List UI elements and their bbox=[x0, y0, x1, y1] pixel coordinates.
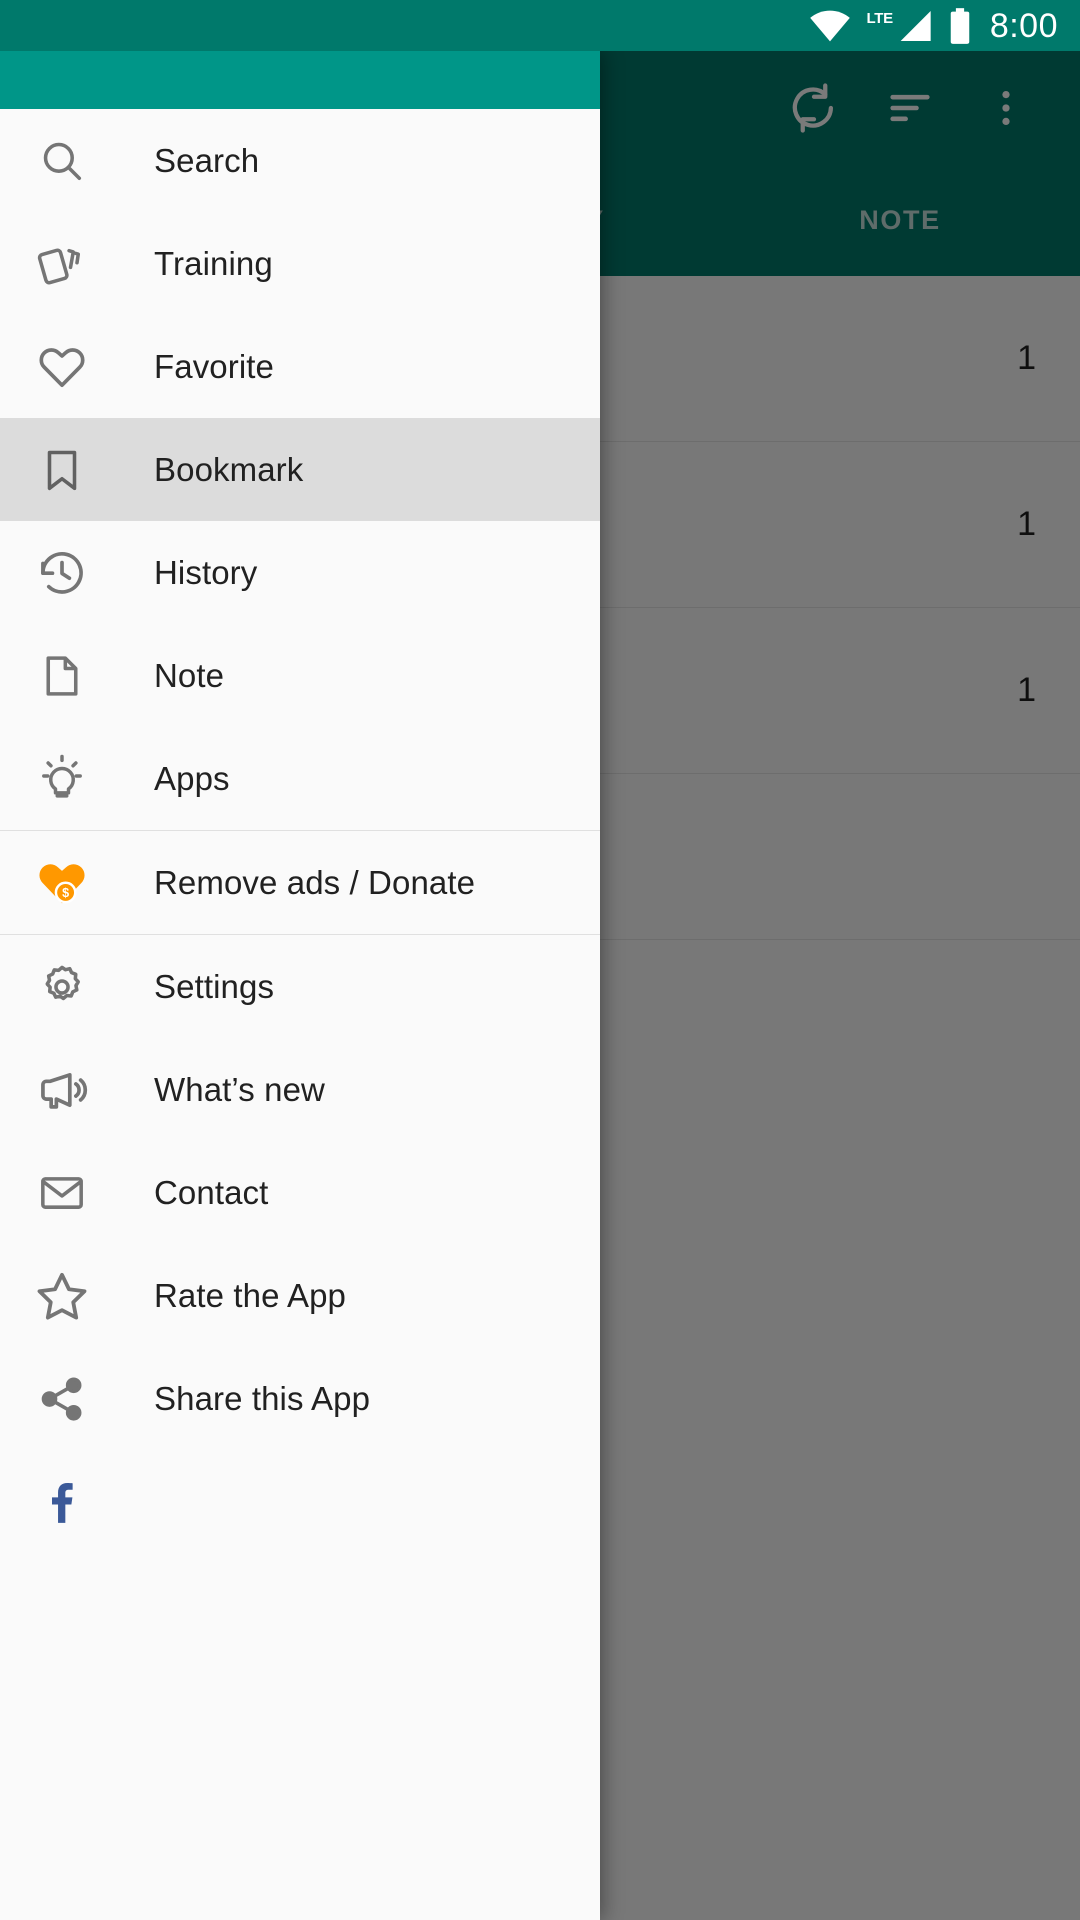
sidebar-item-label: Remove ads / Donate bbox=[154, 863, 476, 901]
sidebar-item-share-this-app[interactable]: Share this App bbox=[0, 1347, 600, 1450]
gear-icon bbox=[30, 955, 94, 1019]
facebook-icon bbox=[30, 1470, 94, 1534]
history-clock-icon bbox=[30, 541, 94, 605]
sidebar-item-label: Note bbox=[154, 656, 225, 694]
network-type-label: LTE bbox=[866, 9, 893, 27]
sidebar-item-partial[interactable] bbox=[0, 1450, 600, 1553]
svg-text:$: $ bbox=[62, 886, 69, 900]
heart-outline-icon bbox=[30, 335, 94, 399]
sidebar-item-contact[interactable]: Contact bbox=[0, 1141, 600, 1244]
sidebar-item-label: Share this App bbox=[154, 1379, 371, 1417]
sidebar-item-note[interactable]: Note bbox=[0, 624, 600, 727]
megaphone-icon bbox=[30, 1058, 94, 1122]
document-icon bbox=[30, 644, 94, 708]
sidebar-item-label: Contact bbox=[154, 1173, 269, 1211]
status-bar: LTE 8:00 bbox=[0, 0, 1080, 51]
sidebar-item-apps[interactable]: Apps bbox=[0, 727, 600, 830]
flashcards-icon bbox=[30, 232, 94, 296]
sidebar-item-history[interactable]: History bbox=[0, 521, 600, 624]
sidebar-item-training[interactable]: Training bbox=[0, 212, 600, 315]
sidebar-item-remove-ads-donate[interactable]: $ Remove ads / Donate bbox=[0, 831, 600, 934]
sidebar-item-label: Settings bbox=[154, 967, 275, 1005]
battery-full-icon bbox=[948, 7, 972, 45]
drawer-nav-list: Search Training Favorite Bookmark Histor… bbox=[0, 109, 600, 1553]
sidebar-item-label: Bookmark bbox=[154, 450, 304, 488]
sidebar-item-settings[interactable]: Settings bbox=[0, 935, 600, 1038]
wifi-icon bbox=[808, 9, 852, 43]
sidebar-item-label: Rate the App bbox=[154, 1276, 347, 1314]
sidebar-item-search[interactable]: Search bbox=[0, 109, 600, 212]
cellular-signal-icon: LTE bbox=[866, 9, 933, 43]
sidebar-item-label: History bbox=[154, 553, 258, 591]
envelope-icon bbox=[30, 1161, 94, 1225]
sidebar-item-label: Favorite bbox=[154, 347, 275, 385]
navigation-drawer: Search Training Favorite Bookmark Histor… bbox=[0, 51, 600, 1920]
sidebar-item-whats-new[interactable]: What’s new bbox=[0, 1038, 600, 1141]
clock-label: 8:00 bbox=[989, 6, 1058, 45]
share-icon bbox=[30, 1367, 94, 1431]
drawer-header bbox=[0, 51, 600, 109]
bookmark-icon bbox=[30, 438, 94, 502]
sidebar-item-favorite[interactable]: Favorite bbox=[0, 315, 600, 418]
sidebar-item-label: Apps bbox=[154, 759, 230, 797]
search-icon bbox=[30, 129, 94, 193]
sidebar-item-label: Search bbox=[154, 141, 260, 179]
star-outline-icon bbox=[30, 1264, 94, 1328]
lightbulb-icon bbox=[30, 747, 94, 811]
heart-dollar-icon: $ bbox=[30, 851, 94, 915]
sidebar-item-label: Training bbox=[154, 244, 273, 282]
sidebar-item-bookmark[interactable]: Bookmark bbox=[0, 418, 600, 521]
sidebar-item-label: What’s new bbox=[154, 1070, 325, 1108]
sidebar-item-rate-the-app[interactable]: Rate the App bbox=[0, 1244, 600, 1347]
